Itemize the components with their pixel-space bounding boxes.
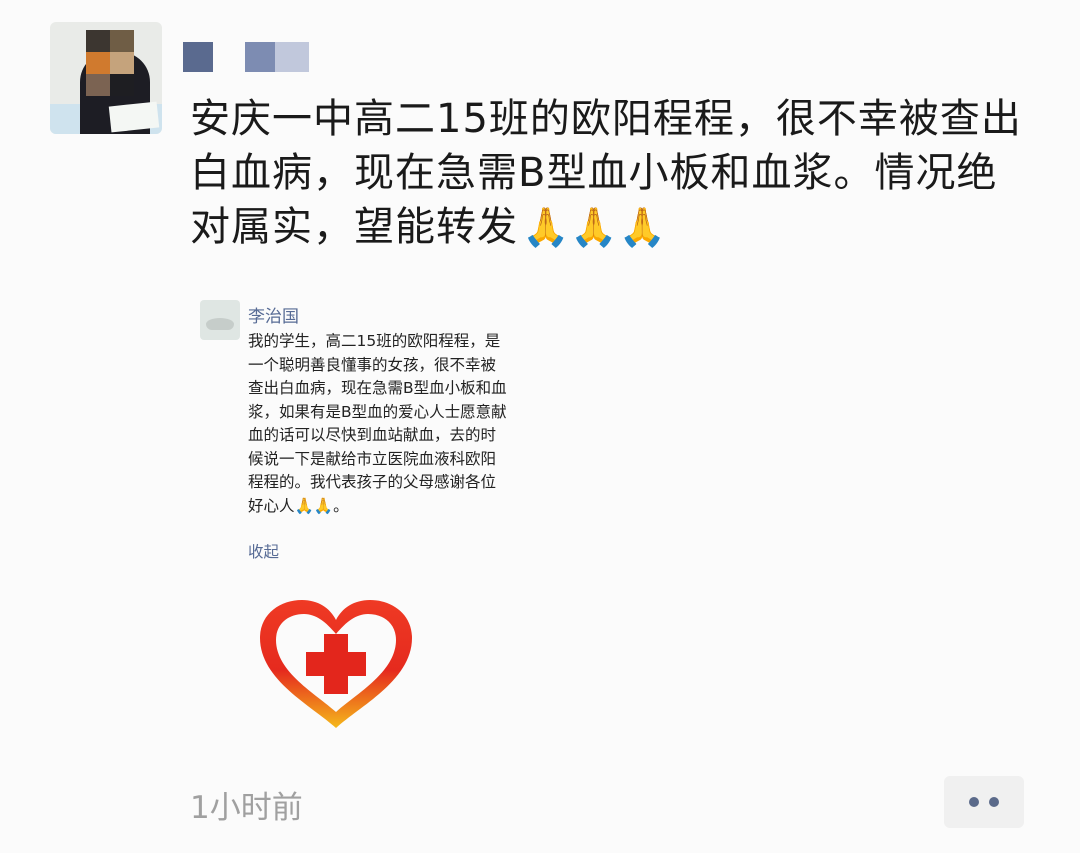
avatar-mosaic-block [110,52,134,74]
shared-post-body: 我的学生，高二15班的欧阳程程，是一个聪明善良懂事的女孩，很不幸被查出白血病，现… [248,332,507,515]
name-mosaic-block [245,42,275,72]
moments-post: 安庆一中高二15班的欧阳程程，很不幸被查出白血病，现在急需B型血小板和血浆。情况… [0,0,1080,853]
user-avatar[interactable] [50,22,162,134]
shared-post-card[interactable]: 李治国 我的学生，高二15班的欧阳程程，是一个聪明善良懂事的女孩，很不幸被查出白… [196,294,516,574]
collapse-link[interactable]: 收起 [248,540,279,562]
name-mosaic-block [183,42,213,72]
avatar-paper-detail [108,101,160,133]
more-button[interactable] [944,776,1024,828]
more-dots-icon [989,797,999,807]
post-time: 1小时前 [190,790,303,826]
praying-hands-icon: 🙏🙏🙏 [522,205,667,249]
avatar-mosaic-block [110,74,134,96]
shared-author-name[interactable]: 李治国 [248,302,299,327]
red-cross-heart-icon [260,600,412,728]
avatar-mosaic-block [110,30,134,52]
avatar-mosaic-block [86,30,110,52]
more-dots-icon [969,797,979,807]
avatar-mosaic-block [86,52,110,74]
avatar-mosaic-block [86,74,110,96]
shared-author-avatar[interactable] [200,300,240,340]
name-mosaic-block [275,42,309,72]
post-text: 安庆一中高二15班的欧阳程程，很不幸被查出白血病，现在急需B型血小板和血浆。情况… [190,92,1030,254]
